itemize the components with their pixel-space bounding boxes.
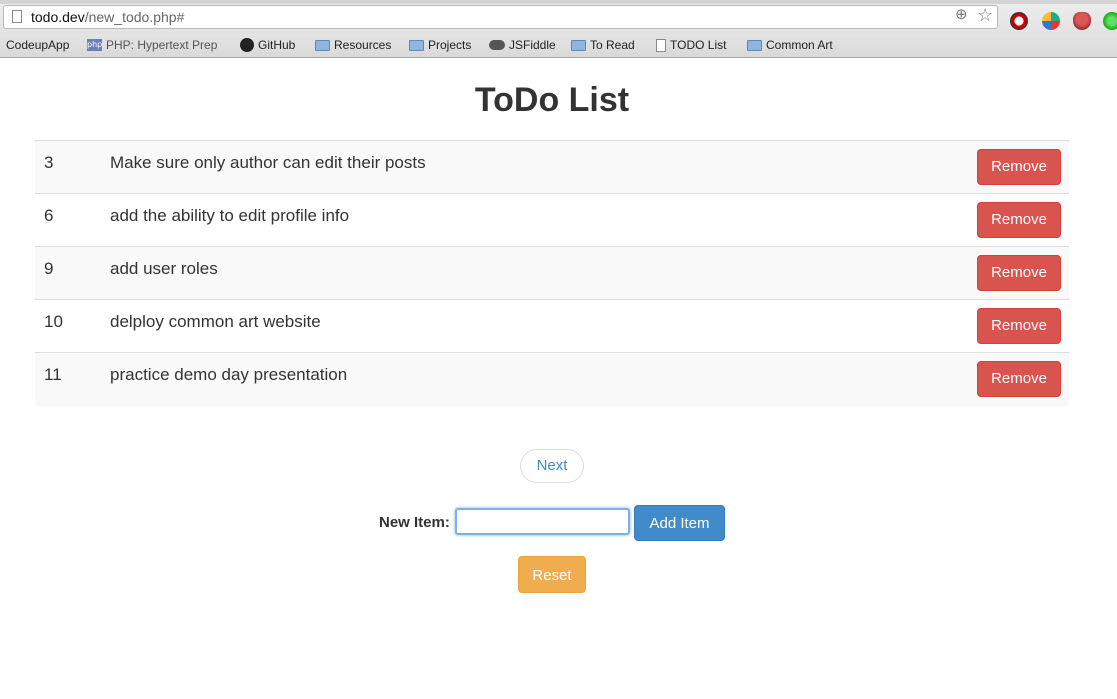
table-row: 3 Make sure only author can edit their p… bbox=[35, 140, 1069, 194]
bookmark-label: GitHub bbox=[258, 38, 296, 52]
globe-icon[interactable] bbox=[1042, 12, 1060, 30]
bookmarks-bar: CodeupApp php PHP: Hypertext Prep GitHub … bbox=[0, 34, 1117, 58]
jsfiddle-icon bbox=[489, 40, 505, 50]
table-row: 6 add the ability to edit profile info R… bbox=[35, 193, 1069, 247]
next-page-button[interactable]: Next bbox=[520, 449, 584, 483]
page-title: ToDo List bbox=[474, 81, 630, 119]
remove-button[interactable]: Remove bbox=[977, 202, 1061, 238]
news-icon[interactable] bbox=[1010, 12, 1028, 30]
add-item-button[interactable]: Add Item bbox=[634, 505, 725, 541]
zoom-icon[interactable]: ⊕ bbox=[955, 7, 968, 23]
todo-id: 3 bbox=[44, 153, 54, 172]
folder-icon bbox=[747, 39, 762, 51]
bookmark-to-read[interactable]: To Read bbox=[571, 38, 635, 52]
bookmark-php[interactable]: php PHP: Hypertext Prep bbox=[87, 38, 217, 52]
remove-button[interactable]: Remove bbox=[977, 308, 1061, 344]
address-bar[interactable]: todo.dev/new_todo.php# bbox=[3, 5, 998, 29]
remove-button[interactable]: Remove bbox=[977, 149, 1061, 185]
folder-icon bbox=[409, 39, 424, 51]
new-item-label: New Item: bbox=[379, 514, 450, 531]
github-icon bbox=[240, 38, 254, 52]
todo-table: 3 Make sure only author can edit their p… bbox=[35, 140, 1069, 406]
todo-id: 6 bbox=[44, 206, 54, 225]
octopus-icon[interactable] bbox=[1073, 12, 1091, 30]
page-icon bbox=[656, 38, 666, 52]
bookmark-common-art[interactable]: Common Art bbox=[747, 38, 833, 52]
bookmark-label: Resources bbox=[334, 38, 392, 52]
bookmark-star-icon[interactable]: ☆ bbox=[977, 5, 993, 25]
bookmark-label: Projects bbox=[428, 38, 472, 52]
bookmark-github[interactable]: GitHub bbox=[240, 38, 295, 52]
todo-text: add the ability to edit profile info bbox=[110, 206, 350, 225]
php-icon: php bbox=[87, 39, 103, 51]
folder-icon bbox=[571, 39, 586, 51]
remove-button[interactable]: Remove bbox=[977, 361, 1061, 397]
table-row: 10 delploy common art website Remove bbox=[35, 299, 1069, 353]
remove-button[interactable]: Remove bbox=[977, 255, 1061, 291]
bookmark-label: To Read bbox=[590, 38, 635, 52]
todo-text: add user roles bbox=[110, 259, 218, 278]
todo-text: delploy common art website bbox=[110, 312, 321, 331]
bookmark-label: JSFiddle bbox=[509, 38, 556, 52]
reset-button[interactable]: Reset bbox=[518, 556, 586, 593]
bookmark-codeupapp[interactable]: CodeupApp bbox=[6, 38, 69, 52]
todo-id: 11 bbox=[44, 365, 62, 384]
url-path: /new_todo.php# bbox=[84, 9, 185, 25]
bookmark-label: PHP: Hypertext Prep bbox=[106, 38, 218, 52]
bookmark-todo-list[interactable]: TODO List bbox=[656, 38, 726, 52]
todo-text: Make sure only author can edit their pos… bbox=[110, 153, 426, 172]
bookmark-jsfiddle[interactable]: JSFiddle bbox=[489, 38, 556, 52]
bookmark-resources[interactable]: Resources bbox=[315, 38, 391, 52]
todo-id: 9 bbox=[44, 259, 54, 278]
page-icon bbox=[12, 10, 22, 23]
url-host: todo.dev bbox=[31, 9, 85, 25]
bookmark-label: Common Art bbox=[766, 38, 833, 52]
table-row: 11 practice demo day presentation Remove bbox=[35, 352, 1069, 406]
bookmark-label: CodeupApp bbox=[6, 38, 70, 52]
bookmark-projects[interactable]: Projects bbox=[409, 38, 471, 52]
browser-toolbar: todo.dev/new_todo.php# ⊕ ☆ bbox=[0, 4, 1117, 34]
folder-icon bbox=[315, 39, 330, 51]
table-row: 9 add user roles Remove bbox=[35, 246, 1069, 300]
todo-text: practice demo day presentation bbox=[110, 365, 348, 384]
url-text[interactable]: todo.dev/new_todo.php# bbox=[31, 9, 184, 25]
bookmark-label: TODO List bbox=[670, 38, 727, 52]
green-circle-icon[interactable] bbox=[1103, 12, 1117, 30]
new-item-input[interactable] bbox=[455, 508, 630, 535]
todo-id: 10 bbox=[44, 312, 63, 331]
